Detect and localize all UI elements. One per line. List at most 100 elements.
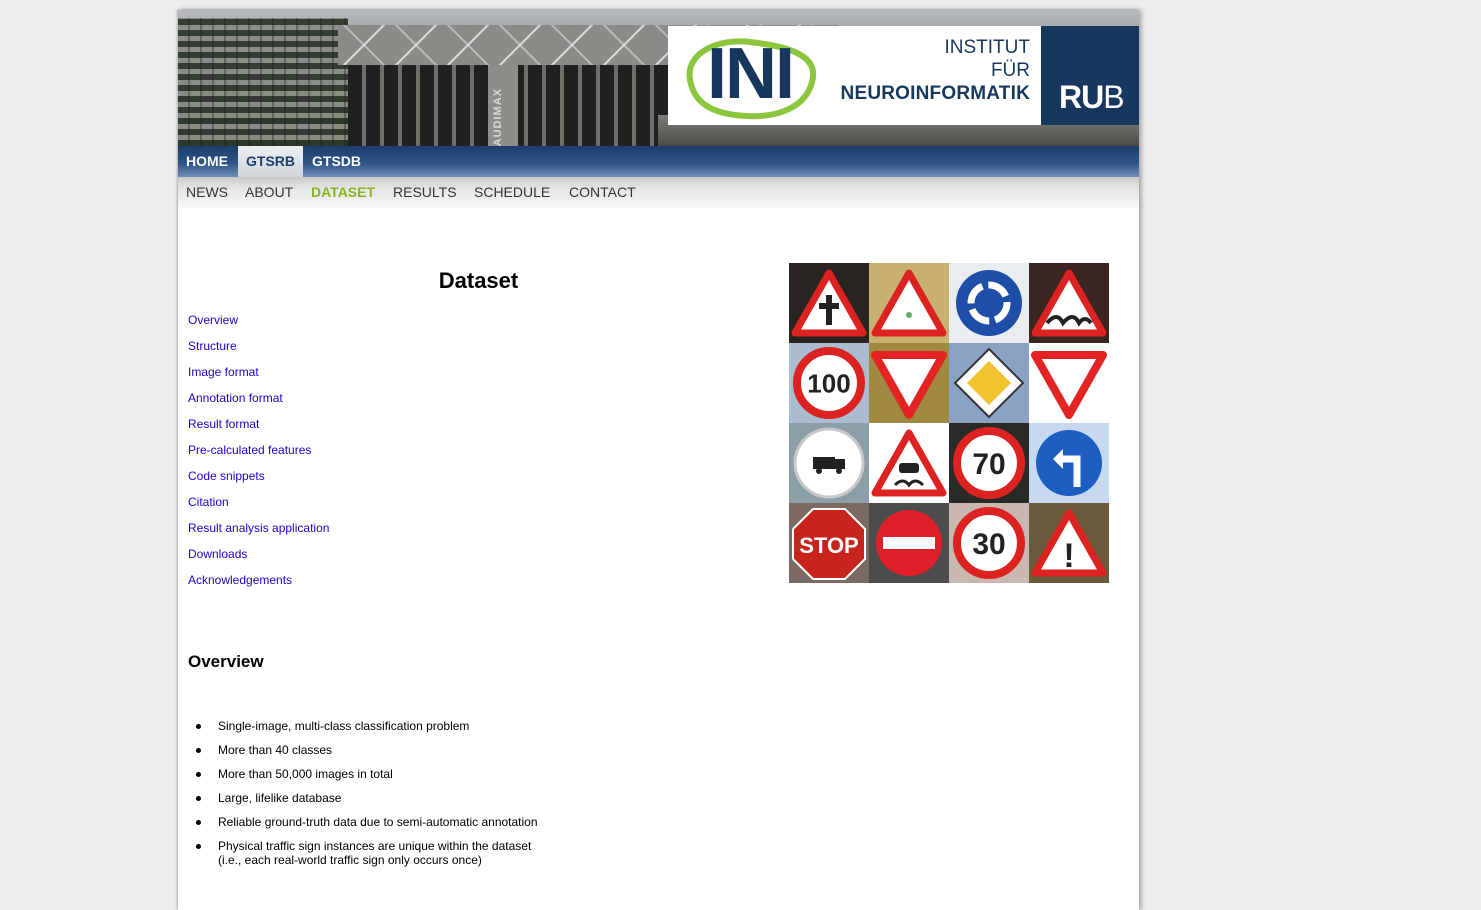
top-nav: HOME GTSRB GTSDB [178,146,1139,177]
toc-link-result-analysis-application[interactable]: Result analysis application [188,521,329,535]
toc-item: Citation [188,494,329,520]
ini-logo[interactable]: INI INSTITUT FÜR NEUROINFORMATIK [668,26,1041,125]
list-item: Reliable ground-truth data due to semi-a… [188,815,618,829]
sign-tile: ! [1029,503,1109,583]
toc-item: Structure [188,338,329,364]
list-item-text: Single-image, multi-class classification… [218,719,470,733]
svg-text:100: 100 [807,368,850,398]
priority-road-sign-icon [953,347,1025,419]
svg-text:INI: INI [707,34,793,114]
sign-tile [1029,423,1109,503]
sub-nav-news[interactable]: NEWS [186,177,228,208]
toc-link-structure[interactable]: Structure [188,339,237,353]
sign-tile [949,263,1029,343]
toc-link-result-format[interactable]: Result format [188,417,259,431]
header-banner: AUDIMAX INI INSTITUT FÜR NEUROINFORMATIK… [178,10,1139,146]
rub-logo[interactable]: RUB [1041,26,1139,125]
yield-sign-icon [871,351,947,419]
speed-limit-70-sign-icon: 70 [953,427,1025,499]
slippery-road-sign-icon [871,429,947,497]
sub-nav-results[interactable]: RESULTS [393,177,457,208]
sign-tile [869,503,949,583]
turn-left-mandatory-sign-icon [1036,430,1102,496]
toc-item: Downloads [188,546,329,572]
ini-logo-mark-icon: INI [686,34,817,120]
top-nav-gtsdb[interactable]: GTSDB [304,146,369,177]
no-trucks-sign-icon [793,427,865,499]
sign-tile [869,343,949,423]
list-item-text: Reliable ground-truth data due to semi-a… [218,815,538,829]
sign-tile [949,343,1029,423]
stop-sign-icon: STOP [792,508,866,580]
rub-logo-light: B [1103,79,1124,115]
sub-nav-about[interactable]: ABOUT [245,177,293,208]
svg-text:STOP: STOP [799,533,859,558]
list-item: More than 50,000 images in total [188,767,618,781]
toc-link-overview[interactable]: Overview [188,313,238,327]
institute-line-1: INSTITUT [944,37,1031,58]
sign-tile [789,263,869,343]
list-item: Large, lifelike database [188,791,618,805]
toc-link-downloads[interactable]: Downloads [188,547,247,561]
audimax-label: AUDIMAX [492,88,504,146]
list-item: More than 40 classes [188,743,618,757]
general-caution-sign-icon: ! [1031,509,1107,577]
top-nav-home[interactable]: HOME [178,146,236,177]
toc-link-code-snippets[interactable]: Code snippets [188,469,265,483]
page: AUDIMAX INI INSTITUT FÜR NEUROINFORMATIK… [178,10,1139,910]
sign-tile: 70 [949,423,1029,503]
toc-item: Image format [188,364,329,390]
table-of-contents: Overview Structure Image format Annotati… [188,312,329,598]
sub-nav-contact[interactable]: CONTACT [569,177,636,208]
sign-tile [789,423,869,503]
sub-nav-dataset[interactable]: DATASET [311,177,375,208]
list-item-text: More than 40 classes [218,743,333,757]
page-title: Dataset [438,268,519,293]
toc-item: Overview [188,312,329,338]
uneven-road-warning-sign-icon [1031,269,1107,337]
institute-line-3: NEUROINFORMATIK [840,83,1030,104]
sign-tile [869,263,949,343]
yield-sign-icon [1031,351,1107,419]
list-item: Physical traffic sign instances are uniq… [188,839,618,867]
rub-logo-bold: RU [1059,79,1104,115]
toc-link-annotation-format[interactable]: Annotation format [188,391,283,405]
no-entry-sign-icon [876,510,942,576]
list-item: Single-image, multi-class classification… [188,719,618,733]
toc-item: Pre-calculated features [188,442,329,468]
sub-nav: NEWS ABOUT DATASET RESULTS SCHEDULE CONT… [178,177,1139,208]
rub-logo-text: RUB [1059,79,1125,115]
toc-item: Acknowledgements [188,572,329,598]
toc-item: Result analysis application [188,520,329,546]
toc-link-citation[interactable]: Citation [188,495,229,509]
list-item-text: Large, lifelike database [218,791,342,805]
institute-line-2: FÜR [990,60,1030,81]
sign-tile [1029,343,1109,423]
building-photo-left [178,18,348,146]
svg-text:!: ! [1063,537,1074,575]
roundabout-sign-icon [956,270,1022,336]
toc-link-precalculated-features[interactable]: Pre-calculated features [188,443,311,457]
toc-item: Result format [188,416,329,442]
overview-heading: Overview [188,652,264,671]
toc-item: Annotation format [188,390,329,416]
overview-list: Single-image, multi-class classification… [188,719,618,877]
speed-limit-30-sign-icon: 30 [953,507,1025,579]
top-nav-gtsrb[interactable]: GTSRB [238,146,303,177]
svg-text:70: 70 [972,448,1005,481]
priority-crossroad-warning-sign-icon [791,269,867,337]
institute-name: INSTITUT FÜR NEUROINFORMATIK [841,36,1030,105]
list-item-text: More than 50,000 images in total [218,767,393,781]
sign-tile: 30 [949,503,1029,583]
warning-triangle-sign-icon [871,269,947,337]
sign-tile [869,423,949,503]
traffic-sign-grid: 100 70 STOP 30! [789,263,1109,583]
toc-item: Code snippets [188,468,329,494]
sign-tile: 100 [789,343,869,423]
sub-nav-schedule[interactable]: SCHEDULE [474,177,550,208]
sign-tile: STOP [789,503,869,583]
toc-link-image-format[interactable]: Image format [188,365,259,379]
svg-text:30: 30 [972,528,1005,561]
list-item-text-line2: (i.e., each real-world traffic sign only… [218,853,482,867]
toc-link-acknowledgements[interactable]: Acknowledgements [188,573,292,587]
